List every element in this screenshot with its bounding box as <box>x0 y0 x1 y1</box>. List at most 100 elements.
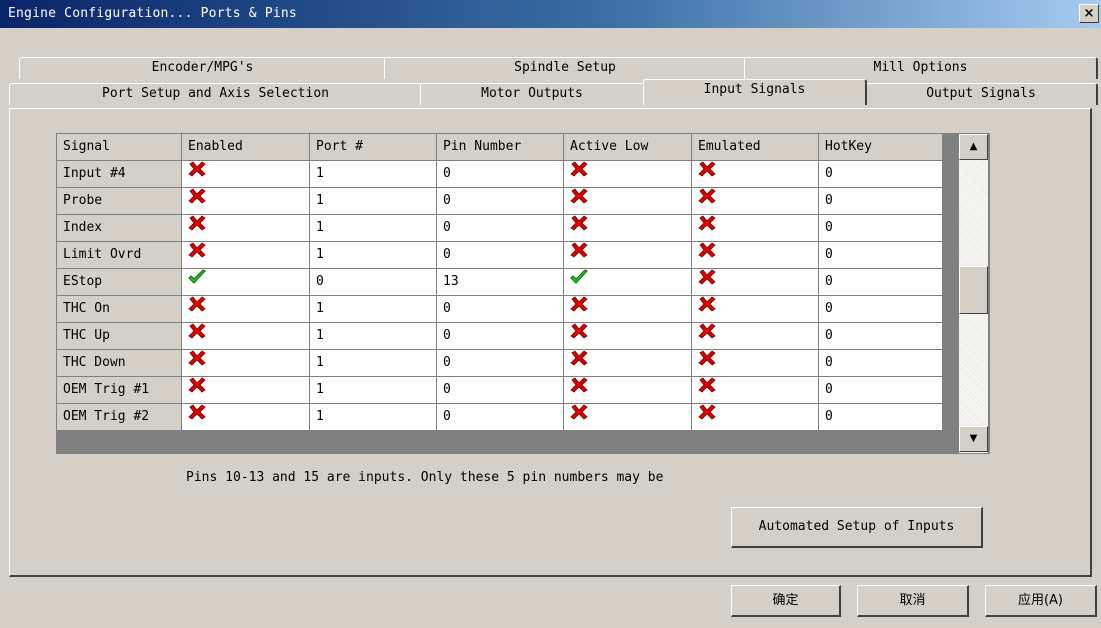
cell-enabled[interactable] <box>182 269 309 295</box>
red-x-icon <box>698 242 716 268</box>
ok-button[interactable]: 确定 <box>731 585 841 617</box>
tab-motor-outputs[interactable]: Motor Outputs <box>420 83 645 105</box>
cell-pin[interactable]: 0 <box>437 242 563 268</box>
cell-port[interactable]: 1 <box>310 296 436 322</box>
cell-enabled[interactable] <box>182 296 309 322</box>
column-header[interactable]: Active Low <box>564 134 691 160</box>
cell-emulated[interactable] <box>692 242 818 268</box>
cell-pin[interactable]: 0 <box>437 161 563 187</box>
cell-port[interactable]: 1 <box>310 323 436 349</box>
cell-active-low[interactable] <box>564 296 691 322</box>
cell-pin[interactable]: 0 <box>437 296 563 322</box>
red-x-icon <box>188 215 206 241</box>
close-icon[interactable]: × <box>1079 4 1099 23</box>
column-header[interactable]: Port # <box>310 134 436 160</box>
tab-spindle-setup[interactable]: Spindle Setup <box>384 57 747 79</box>
tab-output-signals[interactable]: Output Signals <box>865 83 1098 105</box>
row-signal-name[interactable]: OEM Trig #2 <box>57 404 181 430</box>
cell-active-low[interactable] <box>564 404 691 430</box>
cell-hotkey[interactable]: 0 <box>819 215 942 241</box>
cell-active-low[interactable] <box>564 161 691 187</box>
cell-port[interactable]: 1 <box>310 404 436 430</box>
cell-hotkey[interactable]: 0 <box>819 296 942 322</box>
column-header[interactable]: Enabled <box>182 134 309 160</box>
cell-active-low[interactable] <box>564 377 691 403</box>
scroll-down-icon[interactable]: ▼ <box>959 426 988 452</box>
cell-emulated[interactable] <box>692 188 818 214</box>
cell-enabled[interactable] <box>182 161 309 187</box>
cell-pin[interactable]: 0 <box>437 350 563 376</box>
row-signal-name[interactable]: THC Up <box>57 323 181 349</box>
red-x-icon <box>570 188 588 214</box>
column-header[interactable]: HotKey <box>819 134 942 160</box>
cell-active-low[interactable] <box>564 323 691 349</box>
cell-pin[interactable]: 0 <box>437 404 563 430</box>
cell-pin[interactable]: 0 <box>437 188 563 214</box>
cell-active-low[interactable] <box>564 269 691 295</box>
cell-pin[interactable]: 0 <box>437 215 563 241</box>
cell-port[interactable]: 1 <box>310 242 436 268</box>
row-signal-name[interactable]: Index <box>57 215 181 241</box>
cell-emulated[interactable] <box>692 404 818 430</box>
column-header[interactable]: Pin Number <box>437 134 563 160</box>
cell-hotkey[interactable]: 0 <box>819 188 942 214</box>
red-x-icon <box>698 404 716 430</box>
cell-enabled[interactable] <box>182 323 309 349</box>
cell-active-low[interactable] <box>564 188 691 214</box>
grid-vertical-scrollbar[interactable]: ▲ ▼ <box>959 134 988 453</box>
cell-emulated[interactable] <box>692 350 818 376</box>
cell-port[interactable]: 1 <box>310 188 436 214</box>
cell-enabled[interactable] <box>182 404 309 430</box>
cell-port[interactable]: 1 <box>310 350 436 376</box>
cell-hotkey[interactable]: 0 <box>819 242 942 268</box>
automated-setup-button[interactable]: Automated Setup of Inputs <box>731 507 983 548</box>
row-signal-name[interactable]: OEM Trig #1 <box>57 377 181 403</box>
cell-pin[interactable]: 0 <box>437 377 563 403</box>
green-check-icon <box>188 269 206 295</box>
cell-enabled[interactable] <box>182 188 309 214</box>
tab-port-setup[interactable]: Port Setup and Axis Selection <box>9 83 423 105</box>
cell-emulated[interactable] <box>692 296 818 322</box>
row-signal-name[interactable]: Probe <box>57 188 181 214</box>
cell-emulated[interactable] <box>692 215 818 241</box>
row-signal-name[interactable]: THC On <box>57 296 181 322</box>
cancel-button[interactable]: 取消 <box>857 585 969 617</box>
column-header[interactable]: Emulated <box>692 134 818 160</box>
cell-port[interactable]: 1 <box>310 377 436 403</box>
cell-active-low[interactable] <box>564 242 691 268</box>
cell-hotkey[interactable]: 0 <box>819 323 942 349</box>
red-x-icon <box>698 377 716 403</box>
column-header[interactable]: Signal <box>57 134 181 160</box>
cell-pin[interactable]: 0 <box>437 323 563 349</box>
tab-mill-options[interactable]: Mill Options <box>744 57 1098 79</box>
apply-button[interactable]: 应用(A) <box>985 585 1097 617</box>
row-signal-name[interactable]: Limit Ovrd <box>57 242 181 268</box>
scroll-up-icon[interactable]: ▲ <box>959 134 988 160</box>
cell-pin[interactable]: 13 <box>437 269 563 295</box>
row-signal-name[interactable]: THC Down <box>57 350 181 376</box>
cell-emulated[interactable] <box>692 161 818 187</box>
cell-hotkey[interactable]: 0 <box>819 404 942 430</box>
tab-encoder-mpgs[interactable]: Encoder/MPG's <box>19 57 387 79</box>
cell-port[interactable]: 0 <box>310 269 436 295</box>
cell-hotkey[interactable]: 0 <box>819 350 942 376</box>
cell-emulated[interactable] <box>692 323 818 349</box>
row-signal-name[interactable]: EStop <box>57 269 181 295</box>
cell-active-low[interactable] <box>564 350 691 376</box>
row-signal-name[interactable]: Input #4 <box>57 161 181 187</box>
cell-emulated[interactable] <box>692 377 818 403</box>
cell-port[interactable]: 1 <box>310 161 436 187</box>
cell-enabled[interactable] <box>182 215 309 241</box>
cell-enabled[interactable] <box>182 377 309 403</box>
cell-hotkey[interactable]: 0 <box>819 269 942 295</box>
scroll-thumb[interactable] <box>959 266 988 314</box>
input-signals-grid[interactable]: Signal Enabled Port # Pin Number Active Low E… <box>56 133 990 454</box>
cell-hotkey[interactable]: 0 <box>819 161 942 187</box>
cell-active-low[interactable] <box>564 215 691 241</box>
cell-enabled[interactable] <box>182 242 309 268</box>
tab-input-signals[interactable]: Input Signals <box>643 79 867 105</box>
cell-emulated[interactable] <box>692 269 818 295</box>
cell-enabled[interactable] <box>182 350 309 376</box>
cell-hotkey[interactable]: 0 <box>819 377 942 403</box>
cell-port[interactable]: 1 <box>310 215 436 241</box>
